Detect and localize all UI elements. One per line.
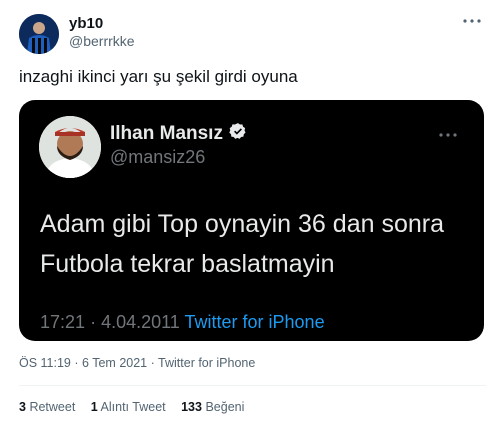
- retweets-count: 3: [19, 400, 26, 414]
- likes-stat[interactable]: 133 Beğeni: [181, 400, 244, 414]
- author-handle[interactable]: @berrrkke: [69, 33, 135, 49]
- quoted-tweet-image[interactable]: Ilhan Mansız @mansiz26 Adam gibi Top oyn…: [19, 100, 484, 341]
- quote-tweets-count: 1: [90, 400, 98, 414]
- quoted-separator: ·: [90, 312, 97, 332]
- quoted-text-line2: Futbola tekrar baslatmayin: [40, 250, 335, 278]
- more-icon[interactable]: [460, 14, 484, 28]
- quote-tweets-stat[interactable]: 1 Alıntı Tweet: [91, 400, 169, 414]
- author-name[interactable]: yb10: [69, 15, 103, 32]
- meta-separator-2: ·: [150, 356, 155, 370]
- quoted-author-handle: @mansiz26: [110, 147, 206, 167]
- quoted-source: Twitter for iPhone: [184, 312, 325, 332]
- quoted-text-line1: Adam gibi Top oynayin 36 dan sonra: [40, 210, 444, 238]
- meta-separator: ·: [74, 356, 79, 370]
- quoted-meta: 17:21 · 4.04.2011 Twitter for iPhone: [40, 312, 325, 333]
- quote-tweets-label: Alıntı Tweet: [100, 400, 166, 414]
- tweet-date[interactable]: 6 Tem 2021: [82, 356, 147, 370]
- tweet-source[interactable]: Twitter for iPhone: [158, 356, 255, 370]
- verified-icon: [229, 122, 247, 146]
- retweets-stat[interactable]: 3 Retweet: [19, 400, 79, 414]
- retweets-label: Retweet: [29, 400, 76, 414]
- quoted-date: 4.04.2011: [101, 312, 180, 332]
- divider: [19, 385, 486, 386]
- likes-count: 133: [181, 400, 202, 414]
- tweet-meta: ÖS 11:19 · 6 Tem 2021 · Twitter for iPho…: [19, 356, 255, 370]
- quoted-time: 17:21: [40, 312, 86, 332]
- quoted-avatar: [39, 116, 101, 178]
- quoted-more-icon: [436, 128, 460, 147]
- quoted-author-name: Ilhan Mansız: [110, 122, 247, 146]
- engagement-stats: 3 Retweet 1 Alıntı Tweet 133 Beğeni: [19, 400, 256, 414]
- quoted-tweet-text: Adam gibi Top oynayin 36 dan sonra Futbo…: [40, 204, 470, 284]
- author-avatar[interactable]: [19, 14, 59, 54]
- quoted-name-text: Ilhan Mansız: [110, 123, 223, 144]
- tweet-time[interactable]: ÖS 11:19: [19, 356, 71, 370]
- likes-label: Beğeni: [205, 400, 245, 414]
- tweet-text: inzaghi ikinci yarı şu şekil girdi oyuna: [19, 67, 298, 86]
